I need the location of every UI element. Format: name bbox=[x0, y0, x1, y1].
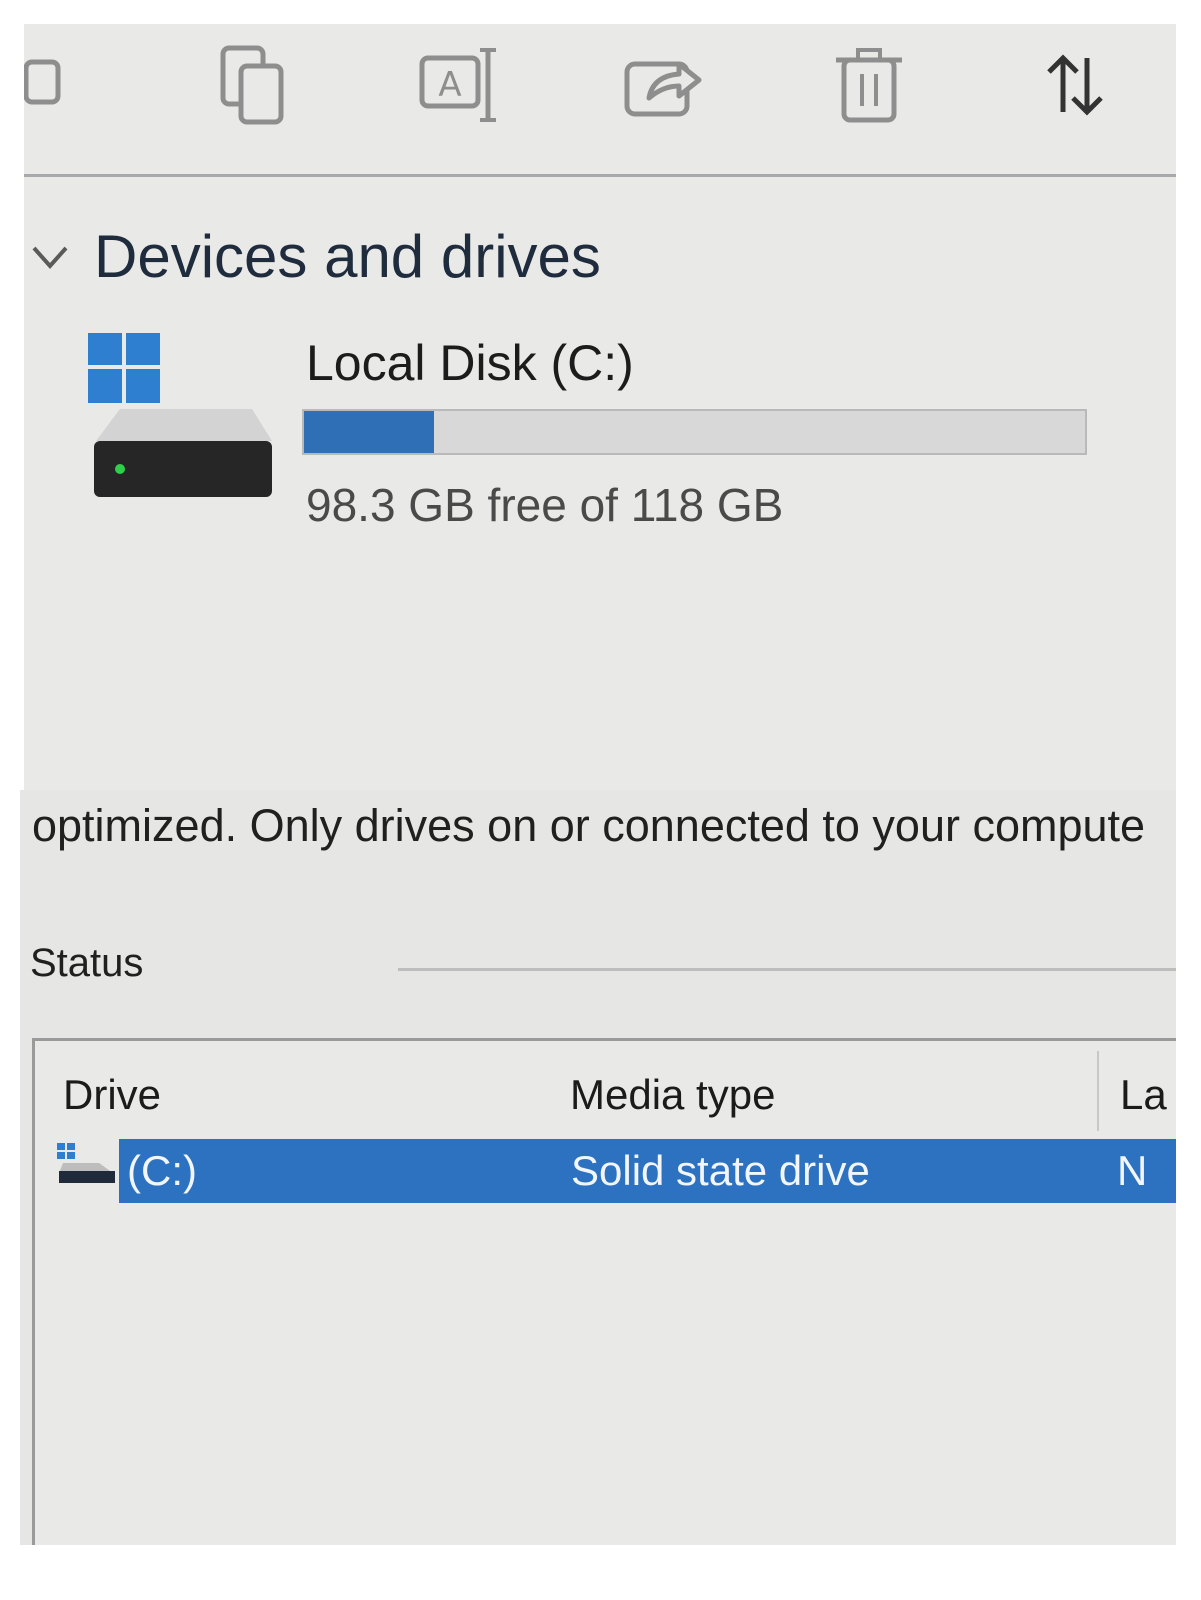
copy-icon[interactable] bbox=[209, 40, 299, 130]
cut-icon[interactable] bbox=[24, 40, 72, 130]
toolbar: A bbox=[24, 24, 1176, 177]
sort-icon[interactable] bbox=[1029, 40, 1142, 130]
table-row[interactable]: (C:) Solid state drive N bbox=[119, 1139, 1176, 1203]
file-explorer-panel: A Devices and drives Local Disk (C:) 98.… bbox=[24, 24, 1176, 792]
drive-usage-bar bbox=[302, 409, 1087, 455]
column-header-media-type[interactable]: Media type bbox=[570, 1069, 775, 1121]
column-header-drive[interactable]: Drive bbox=[63, 1069, 161, 1121]
toolbar-divider bbox=[24, 174, 1176, 177]
column-header-last-run[interactable]: La bbox=[1120, 1069, 1167, 1121]
delete-icon[interactable] bbox=[824, 40, 914, 130]
section-title: Devices and drives bbox=[94, 223, 601, 290]
rename-icon[interactable]: A bbox=[414, 40, 504, 130]
chevron-down-icon[interactable] bbox=[30, 242, 70, 272]
status-label-text: Status bbox=[30, 941, 144, 985]
row-drive-cell: (C:) bbox=[127, 1147, 197, 1194]
drive-icon bbox=[55, 1141, 117, 1183]
status-label: Status bbox=[30, 938, 143, 988]
drive-tile[interactable]: Local Disk (C:) 98.3 GB free of 118 GB bbox=[84, 329, 1164, 531]
section-header[interactable]: Devices and drives bbox=[24, 224, 824, 294]
drive-name: Local Disk (C:) bbox=[306, 335, 634, 391]
column-separator[interactable] bbox=[1097, 1051, 1099, 1131]
row-last-run-cell: N bbox=[1117, 1147, 1148, 1194]
drive-usage-fill bbox=[304, 411, 435, 453]
windows-drive-icon bbox=[84, 329, 284, 499]
status-divider bbox=[398, 968, 1176, 971]
optimize-drives-panel: optimized. Only drives on or connected t… bbox=[20, 790, 1176, 1545]
share-icon[interactable] bbox=[619, 40, 709, 130]
drive-list[interactable]: Drive Media type La (C:) Solid state dri… bbox=[32, 1038, 1176, 1545]
svg-text:A: A bbox=[438, 65, 461, 105]
row-media-type-cell: Solid state drive bbox=[571, 1147, 870, 1194]
drive-free-space: 98.3 GB free of 118 GB bbox=[306, 479, 784, 531]
intro-text: optimized. Only drives on or connected t… bbox=[32, 800, 1146, 851]
